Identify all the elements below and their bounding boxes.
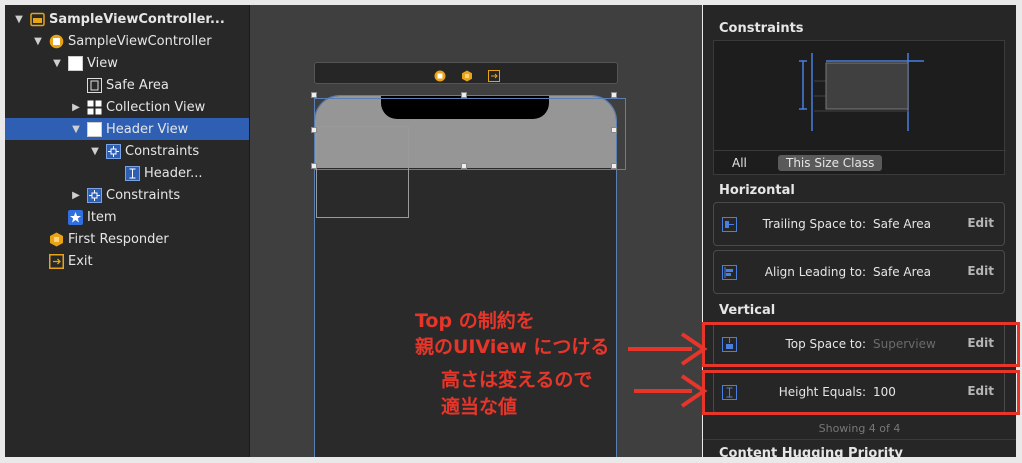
outline-row-label: Header View [106,121,189,137]
outline-row-label: Constraints [106,187,181,203]
highlight-height [702,370,1020,415]
constraints-icon [106,143,121,159]
outline-row[interactable]: ▼ SampleViewController... [5,8,249,30]
constraints-title: Constraints [719,21,804,36]
disclosure-expanded-icon[interactable]: ▼ [13,14,25,25]
view-controller-icon [49,34,64,49]
resize-handle[interactable] [611,127,617,133]
outline-row[interactable]: ▼ Header View [5,118,249,140]
resize-handle[interactable] [311,127,317,133]
disclosure-expanded-icon[interactable]: ▼ [89,146,101,157]
disclosure-collapsed-icon[interactable]: ▶ [70,190,82,201]
annotation-top-line2: 親のUIView につける [415,336,610,358]
outline-row[interactable]: ▶ Collection View [5,96,249,118]
view-icon [87,121,102,137]
annotation-height-line2: 適当な値 [441,396,518,418]
section-divider [703,439,1016,440]
constraint-value: Safe Area [873,217,932,231]
outline-row-label: SampleViewController... [49,11,225,27]
constraints-diagram: All This Size Class [713,40,1006,176]
exit-icon[interactable] [488,67,500,82]
annotation-top-line1: Top の制約を [415,310,535,332]
outline-row[interactable]: ▼ SampleViewController [5,30,249,52]
constraints-icon [87,187,102,203]
outline-row[interactable]: Safe Area [5,74,249,96]
vertical-title: Vertical [719,303,776,318]
outline-row[interactable]: Exit [5,250,249,272]
first-responder-icon[interactable] [461,67,473,82]
outline-row-label: First Responder [68,231,169,247]
resize-handle[interactable] [461,92,467,98]
constraints-tabs: All This Size Class [714,150,1006,176]
outline-row-label: Constraints [125,143,200,159]
arrow-icon [628,332,708,366]
collection-view-cell[interactable] [316,126,409,218]
constraint-row-align-leading[interactable]: Align Leading to: Safe Area Edit [713,250,1005,294]
safe-area-icon [87,77,102,93]
document-outline: ▼ SampleViewController... ▼ SampleViewContr… [5,5,249,457]
outline-row[interactable]: Item [5,206,249,228]
outline-row[interactable]: First Responder [5,228,249,250]
first-responder-icon [49,232,64,247]
edit-button[interactable]: Edit [967,264,994,278]
constraint-label: Trailing Space to: [762,217,866,231]
disclosure-collapsed-icon[interactable]: ▶ [70,102,82,113]
storyboard-scene-icon [30,12,45,27]
resize-handle[interactable] [611,92,617,98]
outline-row-label: Exit [68,253,93,269]
resize-handle[interactable] [611,163,617,169]
content-hugging-title: Content Hugging Priority [719,446,903,457]
resize-handle[interactable] [311,92,317,98]
view-controller-icon[interactable] [434,67,446,82]
constraint-value: Safe Area [873,265,932,279]
outline-row-label: Safe Area [106,77,169,93]
tab-bar-item-icon [68,209,83,225]
horizontal-title: Horizontal [719,183,795,198]
annotation-height-line1: 高さは変えるので [441,369,593,391]
arrow-icon [634,374,708,408]
outline-row-label: Collection View [106,99,206,115]
exit-icon [49,253,64,269]
outline-row[interactable]: ▼ Constraints [5,140,249,162]
xcode-window: ▼ SampleViewController... ▼ SampleViewContr… [0,0,1022,463]
disclosure-expanded-icon[interactable]: ▼ [70,124,82,135]
outline-row[interactable]: ▼ View [5,52,249,74]
resize-handle[interactable] [311,163,317,169]
edit-button[interactable]: Edit [967,216,994,230]
scene-dock [314,62,618,84]
outline-row-label: View [87,55,118,71]
disclosure-expanded-icon[interactable]: ▼ [51,58,63,69]
height-constraint-icon [125,165,140,181]
outline-row-label: Item [87,209,117,225]
constraint-row-trailing[interactable]: Trailing Space to: Safe Area Edit [713,202,1005,246]
disclosure-expanded-icon[interactable]: ▼ [32,36,44,47]
highlight-top-space [702,322,1020,367]
constraints-count: Showing 4 of 4 [818,422,901,435]
outline-row-label: Header... [144,165,203,181]
trailing-constraint-icon [722,217,737,232]
device-notch [381,96,549,119]
view-icon [68,55,83,71]
constraint-label: Align Leading to: [764,265,866,279]
constraints-preview [799,53,924,131]
outline-row[interactable]: Header... [5,162,249,184]
annotation-arrows [628,332,708,408]
collection-view-icon [87,100,102,115]
resize-handle[interactable] [461,163,467,169]
tab-this-size-class[interactable]: This Size Class [778,155,883,171]
outline-row-label: SampleViewController [68,33,212,49]
outline-row[interactable]: ▶ Constraints [5,184,249,206]
tab-all[interactable]: All [732,156,747,170]
leading-align-icon [722,265,737,280]
